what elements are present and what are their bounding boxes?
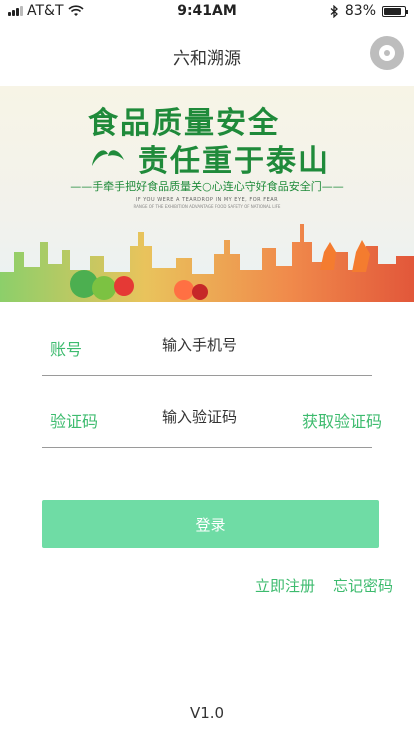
page-title: 六和溯源 bbox=[173, 49, 241, 69]
code-label: 验证码 bbox=[50, 412, 99, 431]
status-bar: AT&T 9:41AM 83% bbox=[0, 0, 414, 22]
banner-headline-2: 责任重于泰山 bbox=[138, 144, 330, 179]
leaf-icon bbox=[92, 150, 124, 166]
phone-input[interactable] bbox=[162, 336, 312, 354]
banner-slogan: ——手牵手把好食品质量关○心连心守好食品安全门—— bbox=[70, 180, 344, 193]
banner-english-line: IF YOU WERE A TEARDROP IN MY EYE, FOR FE… bbox=[135, 197, 279, 203]
version-label: V1.0 bbox=[189, 704, 225, 722]
status-right: 83% bbox=[330, 3, 408, 19]
code-input[interactable] bbox=[162, 408, 312, 426]
register-link[interactable]: 立即注册 bbox=[255, 575, 315, 596]
capsule-icon[interactable] bbox=[370, 36, 404, 70]
banner-skyline bbox=[0, 224, 414, 302]
forgot-password-link[interactable]: 忘记密码 bbox=[333, 575, 393, 596]
banner-image: 食品质量安全 责任重于泰山 ——手牵手把好食品质量关○心连心守好食品安全门—— … bbox=[0, 86, 414, 302]
bluetooth-icon bbox=[330, 4, 338, 18]
auth-links: 立即注册 忘记密码 bbox=[255, 575, 393, 596]
account-row: 账号 bbox=[42, 304, 372, 376]
get-code-button[interactable]: 获取验证码 bbox=[302, 408, 382, 432]
code-row: 验证码 获取验证码 bbox=[42, 376, 382, 448]
nav-bar: 六和溯源 bbox=[0, 22, 414, 84]
login-button[interactable]: 登录 bbox=[42, 500, 379, 548]
battery-icon bbox=[382, 5, 408, 17]
account-label: 账号 bbox=[50, 340, 83, 359]
battery-percent: 83% bbox=[344, 3, 376, 19]
banner-english-small: RANGE OF THE EXHIBITION ADVANTAGE FOOD S… bbox=[133, 204, 281, 209]
